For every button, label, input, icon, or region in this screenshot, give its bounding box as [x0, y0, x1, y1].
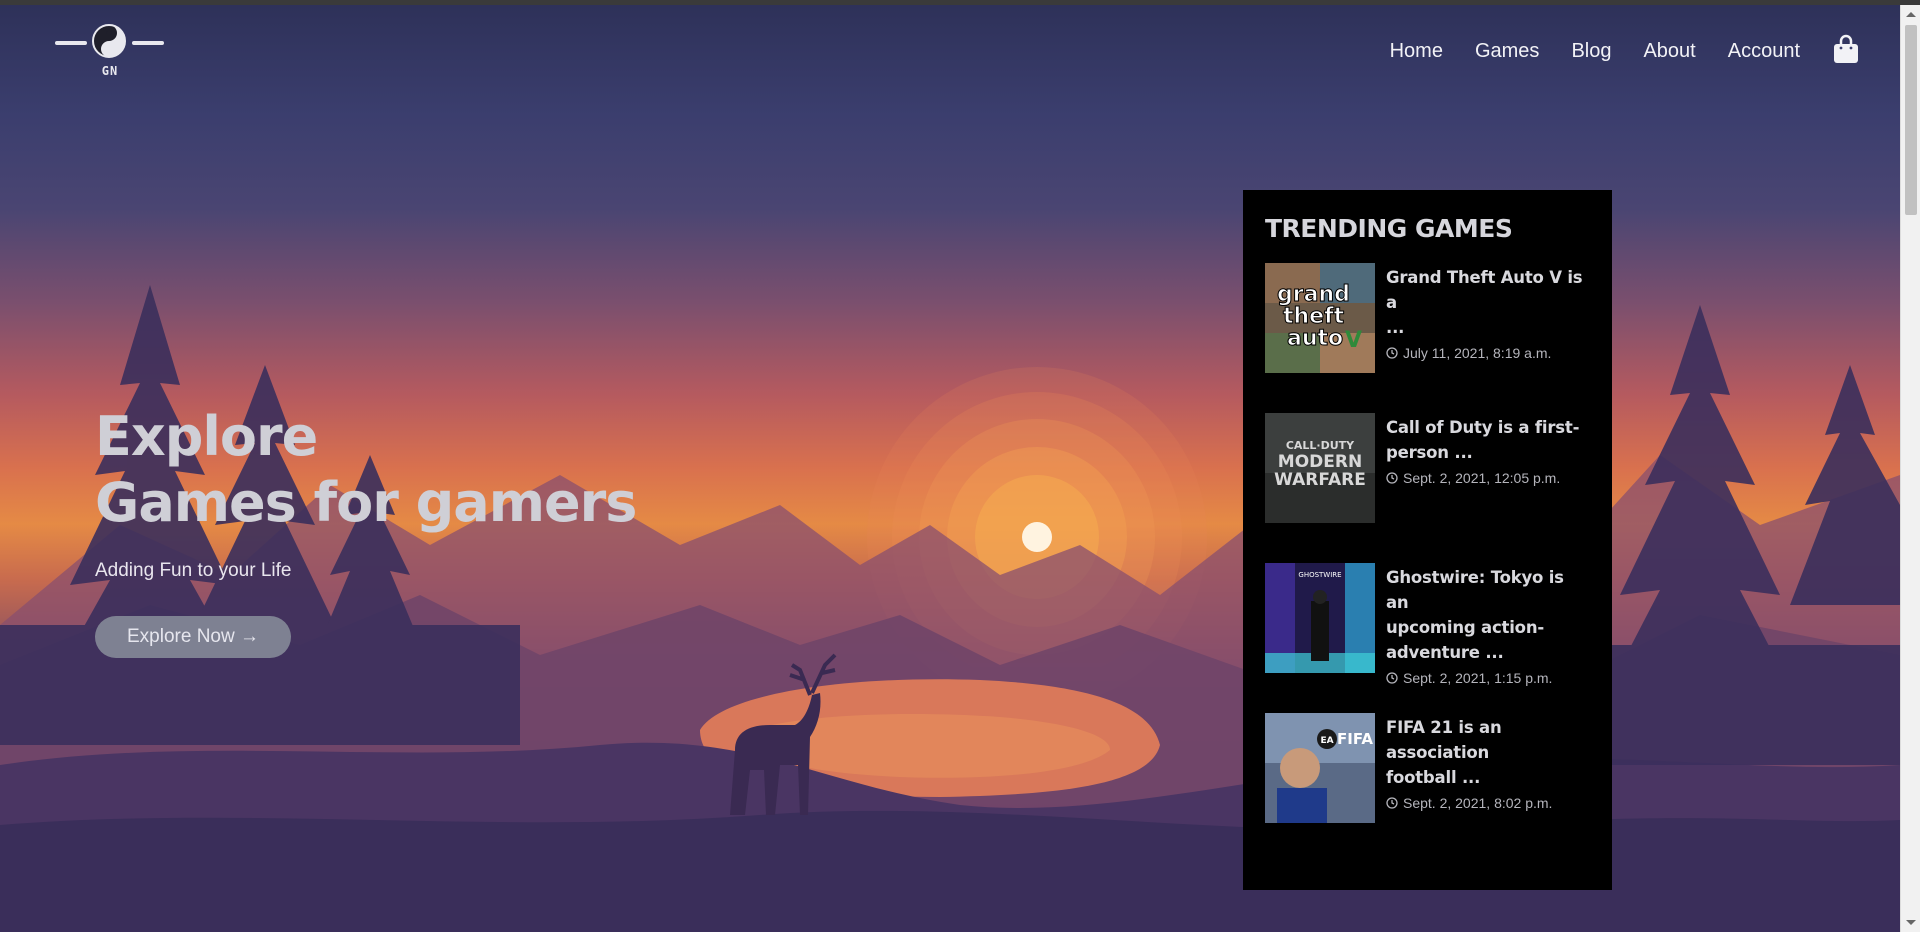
shopping-bag-icon[interactable] [1832, 34, 1860, 64]
site-logo[interactable]: GN [55, 22, 165, 80]
hero-title: Explore Games for gamers [95, 404, 637, 536]
hero-content: Explore Games for gamers Adding Fun to y… [95, 404, 637, 658]
fifa-21-thumbnail[interactable]: EA FIFA [1265, 713, 1375, 823]
page-scrollbar[interactable] [1900, 5, 1920, 932]
nav-account[interactable]: Account [1728, 40, 1800, 63]
browser-top-edge [0, 0, 1920, 5]
ghostwire-logo-text: GHOSTWIRE [1298, 571, 1341, 579]
clock-icon [1386, 797, 1398, 809]
scroll-down-arrow[interactable] [1906, 920, 1916, 925]
trending-item[interactable]: GHOSTWIRE Ghostwire: Tokyo is an upcomin… [1265, 563, 1590, 713]
clock-icon [1386, 472, 1398, 484]
nav-games[interactable]: Games [1475, 40, 1539, 63]
sun [1022, 522, 1052, 552]
trending-item-title[interactable]: FIFA 21 is an association football ... [1386, 715, 1590, 790]
nav-home[interactable]: Home [1390, 40, 1443, 63]
scrollbar-thumb[interactable] [1905, 25, 1917, 215]
trending-item-date: Sept. 2, 2021, 8:02 p.m. [1386, 795, 1590, 811]
explore-now-button[interactable]: Explore Now → [95, 616, 291, 658]
logo-text: GN [101, 64, 119, 78]
gta-numeral: V [1345, 328, 1362, 353]
gta-v-thumbnail[interactable]: grand theft auto V [1265, 263, 1375, 373]
trending-item[interactable]: EA FIFA FIFA 21 is an association footba… [1265, 713, 1590, 863]
gta-word-3: auto [1287, 326, 1343, 351]
yin-yang-icon [92, 24, 126, 58]
hero-title-line-2: Games for gamers [95, 471, 637, 534]
clock-icon [1386, 347, 1398, 359]
trending-item[interactable]: CALL·DUTY MODERN WARFARE Call of Duty is… [1265, 413, 1590, 563]
fifa-logo-text: FIFA [1337, 730, 1373, 748]
scroll-up-arrow[interactable] [1906, 12, 1916, 17]
trending-item-title[interactable]: Ghostwire: Tokyo is an upcoming action- … [1386, 565, 1590, 665]
clock-icon [1386, 672, 1398, 684]
hero-subtitle: Adding Fun to your Life [95, 560, 292, 581]
main-navigation: Home Games Blog About Account [1358, 34, 1860, 66]
trending-heading: TRENDING GAMES [1265, 214, 1513, 243]
trending-item-date: Sept. 2, 2021, 12:05 p.m. [1386, 470, 1579, 486]
logo-bar-right [132, 41, 164, 45]
cod-thumbnail[interactable]: CALL·DUTY MODERN WARFARE [1265, 413, 1375, 523]
cod-modern-text: MODERN [1278, 452, 1362, 472]
logo-bar-left [55, 41, 87, 45]
cod-warfare-text: WARFARE [1274, 470, 1366, 490]
hero-title-line-1: Explore [95, 405, 318, 468]
trending-item[interactable]: grand theft auto V Grand Theft Auto V is… [1265, 263, 1590, 413]
ea-logo-text: EA [1320, 736, 1333, 746]
trending-item-title[interactable]: Call of Duty is a first- person ... [1386, 415, 1579, 465]
nav-about[interactable]: About [1643, 40, 1695, 63]
trending-games-panel: TRENDING GAMES grand theft auto V Grand … [1243, 190, 1612, 890]
trending-item-title[interactable]: Grand Theft Auto V is a ... [1386, 265, 1590, 340]
nav-blog[interactable]: Blog [1571, 40, 1611, 63]
trending-item-date: July 11, 2021, 8:19 a.m. [1386, 345, 1590, 361]
cod-logo-text: CALL·DUTY [1286, 439, 1355, 452]
ghostwire-thumbnail[interactable]: GHOSTWIRE [1265, 563, 1375, 673]
trending-item-date: Sept. 2, 2021, 1:15 p.m. [1386, 670, 1590, 686]
